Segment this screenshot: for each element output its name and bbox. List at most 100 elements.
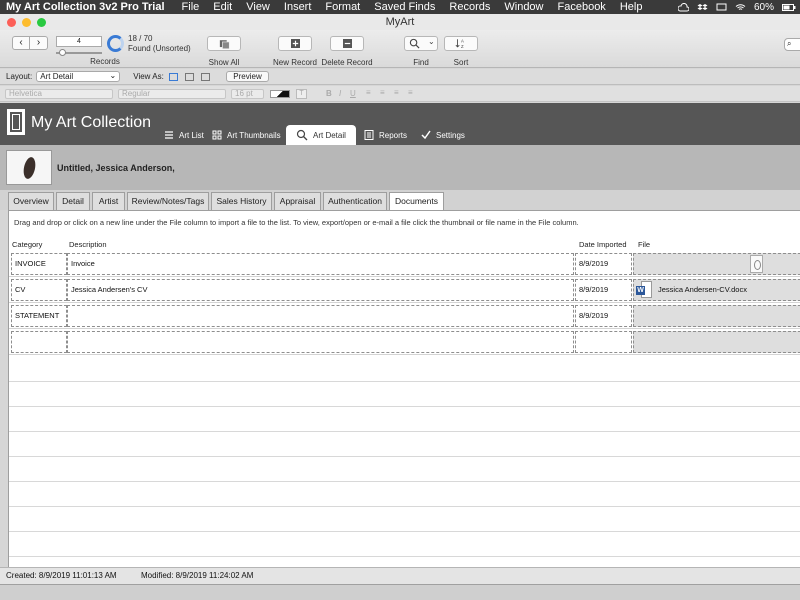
font-select[interactable]: Helvetica [5,89,113,99]
file-name-link[interactable]: Jessica Andersen-CV.docx [658,285,747,294]
nav-art-detail[interactable]: Art Detail [286,125,356,145]
tab-artist[interactable]: Artist [92,192,125,210]
menu-file[interactable]: File [175,1,207,13]
table-row[interactable]: INVOICE Invoice 8/9/2019 [9,251,800,277]
wifi-icon[interactable] [735,3,746,12]
preview-button[interactable]: Preview [226,71,269,82]
chevron-down-icon: ⌄ [428,37,435,46]
table-row[interactable]: STATEMENT 8/9/2019 [9,303,800,329]
delete-record-label: Delete Record [321,58,373,67]
nav-art-thumbnails[interactable]: Art Thumbnails [212,125,281,145]
description-field[interactable]: Jessica Andersen's CV [67,279,574,301]
found-count: 18 / 70 [128,34,153,43]
cast-icon[interactable] [716,3,727,12]
size-select[interactable]: 16 pt [231,89,264,99]
battery-icon[interactable] [782,3,796,12]
new-record-button[interactable]: New Record [272,36,318,67]
image-file-icon[interactable] [750,255,763,273]
align-left-icon[interactable]: ≡ [366,88,371,97]
date-imported-field[interactable]: 8/9/2019 [575,305,632,327]
find-button[interactable]: ⌄ Find [404,36,438,67]
next-record-button[interactable]: › [30,36,48,50]
menu-saved-finds[interactable]: Saved Finds [367,1,442,13]
list-view-icon[interactable] [185,72,195,81]
nav-reports-label: Reports [379,130,408,140]
nav-settings[interactable]: Settings [421,125,465,145]
tab-sales-history[interactable]: Sales History [211,192,272,210]
app-menu[interactable]: My Art Collection 3v2 Pro Trial [0,1,175,13]
file-container[interactable] [633,305,800,327]
highlight-icon[interactable]: T [296,89,307,99]
description-field[interactable]: Invoice [67,253,574,275]
style-select[interactable]: Regular [118,89,226,99]
menu-help[interactable]: Help [613,1,650,13]
category-field[interactable]: STATEMENT [11,305,67,327]
layout-select[interactable]: Art Detail ⌄ [36,71,121,82]
records-label: Records [90,57,120,66]
record-slider-knob[interactable] [59,49,66,56]
align-right-icon[interactable]: ≡ [394,88,399,97]
chevron-right-icon: › [36,37,41,48]
menu-window[interactable]: Window [497,1,550,13]
menu-facebook[interactable]: Facebook [551,1,613,13]
underline-icon[interactable]: U [350,89,356,98]
sort-button[interactable]: AZ Sort [444,36,478,67]
date-imported-field[interactable]: 8/9/2019 [575,279,632,301]
file-container[interactable]: W Jessica Andersen-CV.docx [633,279,800,301]
status-bar: Created: 8/9/2019 11:01:13 AM Modified: … [0,567,800,584]
artwork-thumbnail[interactable] [6,150,52,185]
record-number-field[interactable]: 4 [56,36,102,47]
show-all-button[interactable]: Show All [206,36,242,67]
category-field[interactable] [11,331,67,353]
align-center-icon[interactable]: ≡ [380,88,385,97]
dropbox-icon[interactable] [697,3,708,12]
form-view-icon[interactable] [168,72,178,81]
align-justify-icon[interactable]: ≡ [408,88,413,97]
close-window-button[interactable] [7,18,16,27]
category-field[interactable]: CV [11,279,67,301]
record-slider[interactable] [56,49,102,56]
zoom-window-button[interactable] [37,18,46,27]
previous-record-button[interactable]: ‹ [12,36,30,50]
svg-text:A: A [461,39,464,44]
table-view-icon[interactable] [201,72,211,81]
date-imported-field[interactable]: 8/9/2019 [575,253,632,275]
tab-documents[interactable]: Documents [389,192,444,211]
layout-bar: Layout: Art Detail ⌄ View As: Preview [0,69,800,85]
window-controls [7,18,46,27]
menu-records[interactable]: Records [442,1,497,13]
table-row[interactable] [9,329,800,355]
documents-instructions: Drag and drop or click on a new line und… [14,218,579,227]
menu-insert[interactable]: Insert [277,1,319,13]
menu-view[interactable]: View [239,1,277,13]
italic-icon[interactable]: I [339,89,341,98]
nav-reports[interactable]: Reports [364,125,407,145]
menu-extras: 60% [677,0,796,14]
bold-icon[interactable]: B [326,89,332,98]
text-color-swatch[interactable] [270,90,290,98]
tab-detail[interactable]: Detail [56,192,90,210]
file-container[interactable] [633,331,800,353]
file-container[interactable] [633,253,800,275]
nav-art-list[interactable]: Art List [164,125,204,145]
tab-overview[interactable]: Overview [8,192,54,210]
list-icon [165,131,173,139]
nav-art-list-label: Art List [179,130,204,140]
tab-authentication[interactable]: Authentication [323,192,387,210]
word-document-icon[interactable]: W [636,281,652,299]
chevron-left-icon: ‹ [19,37,23,48]
date-imported-field[interactable] [575,331,632,353]
delete-record-button[interactable]: Delete Record [320,36,374,67]
description-field[interactable] [67,305,574,327]
cloud-icon[interactable] [677,2,689,12]
category-field[interactable]: INVOICE [11,253,67,275]
menu-edit[interactable]: Edit [206,1,239,13]
description-field[interactable] [67,331,574,353]
tab-appraisal[interactable]: Appraisal [274,192,321,210]
minimize-window-button[interactable] [22,18,31,27]
table-row[interactable]: CV Jessica Andersen's CV 8/9/2019 W Jess… [9,277,800,303]
grid-icon [212,130,222,140]
menu-format[interactable]: Format [318,1,367,13]
tab-review-notes-tags[interactable]: Review/Notes/Tags [127,192,209,210]
quick-find-field[interactable]: ⌕ [784,38,800,51]
